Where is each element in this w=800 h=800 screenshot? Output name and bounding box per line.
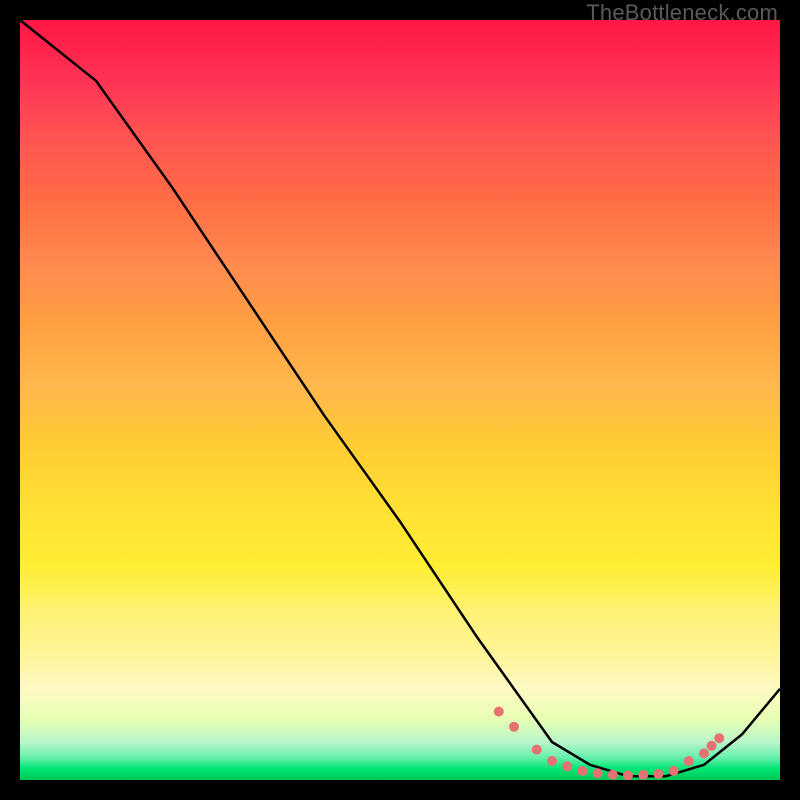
chart-container: TheBottleneck.com [0, 0, 800, 800]
watermark-text: TheBottleneck.com [586, 0, 778, 26]
chart-gradient-background [20, 20, 780, 780]
